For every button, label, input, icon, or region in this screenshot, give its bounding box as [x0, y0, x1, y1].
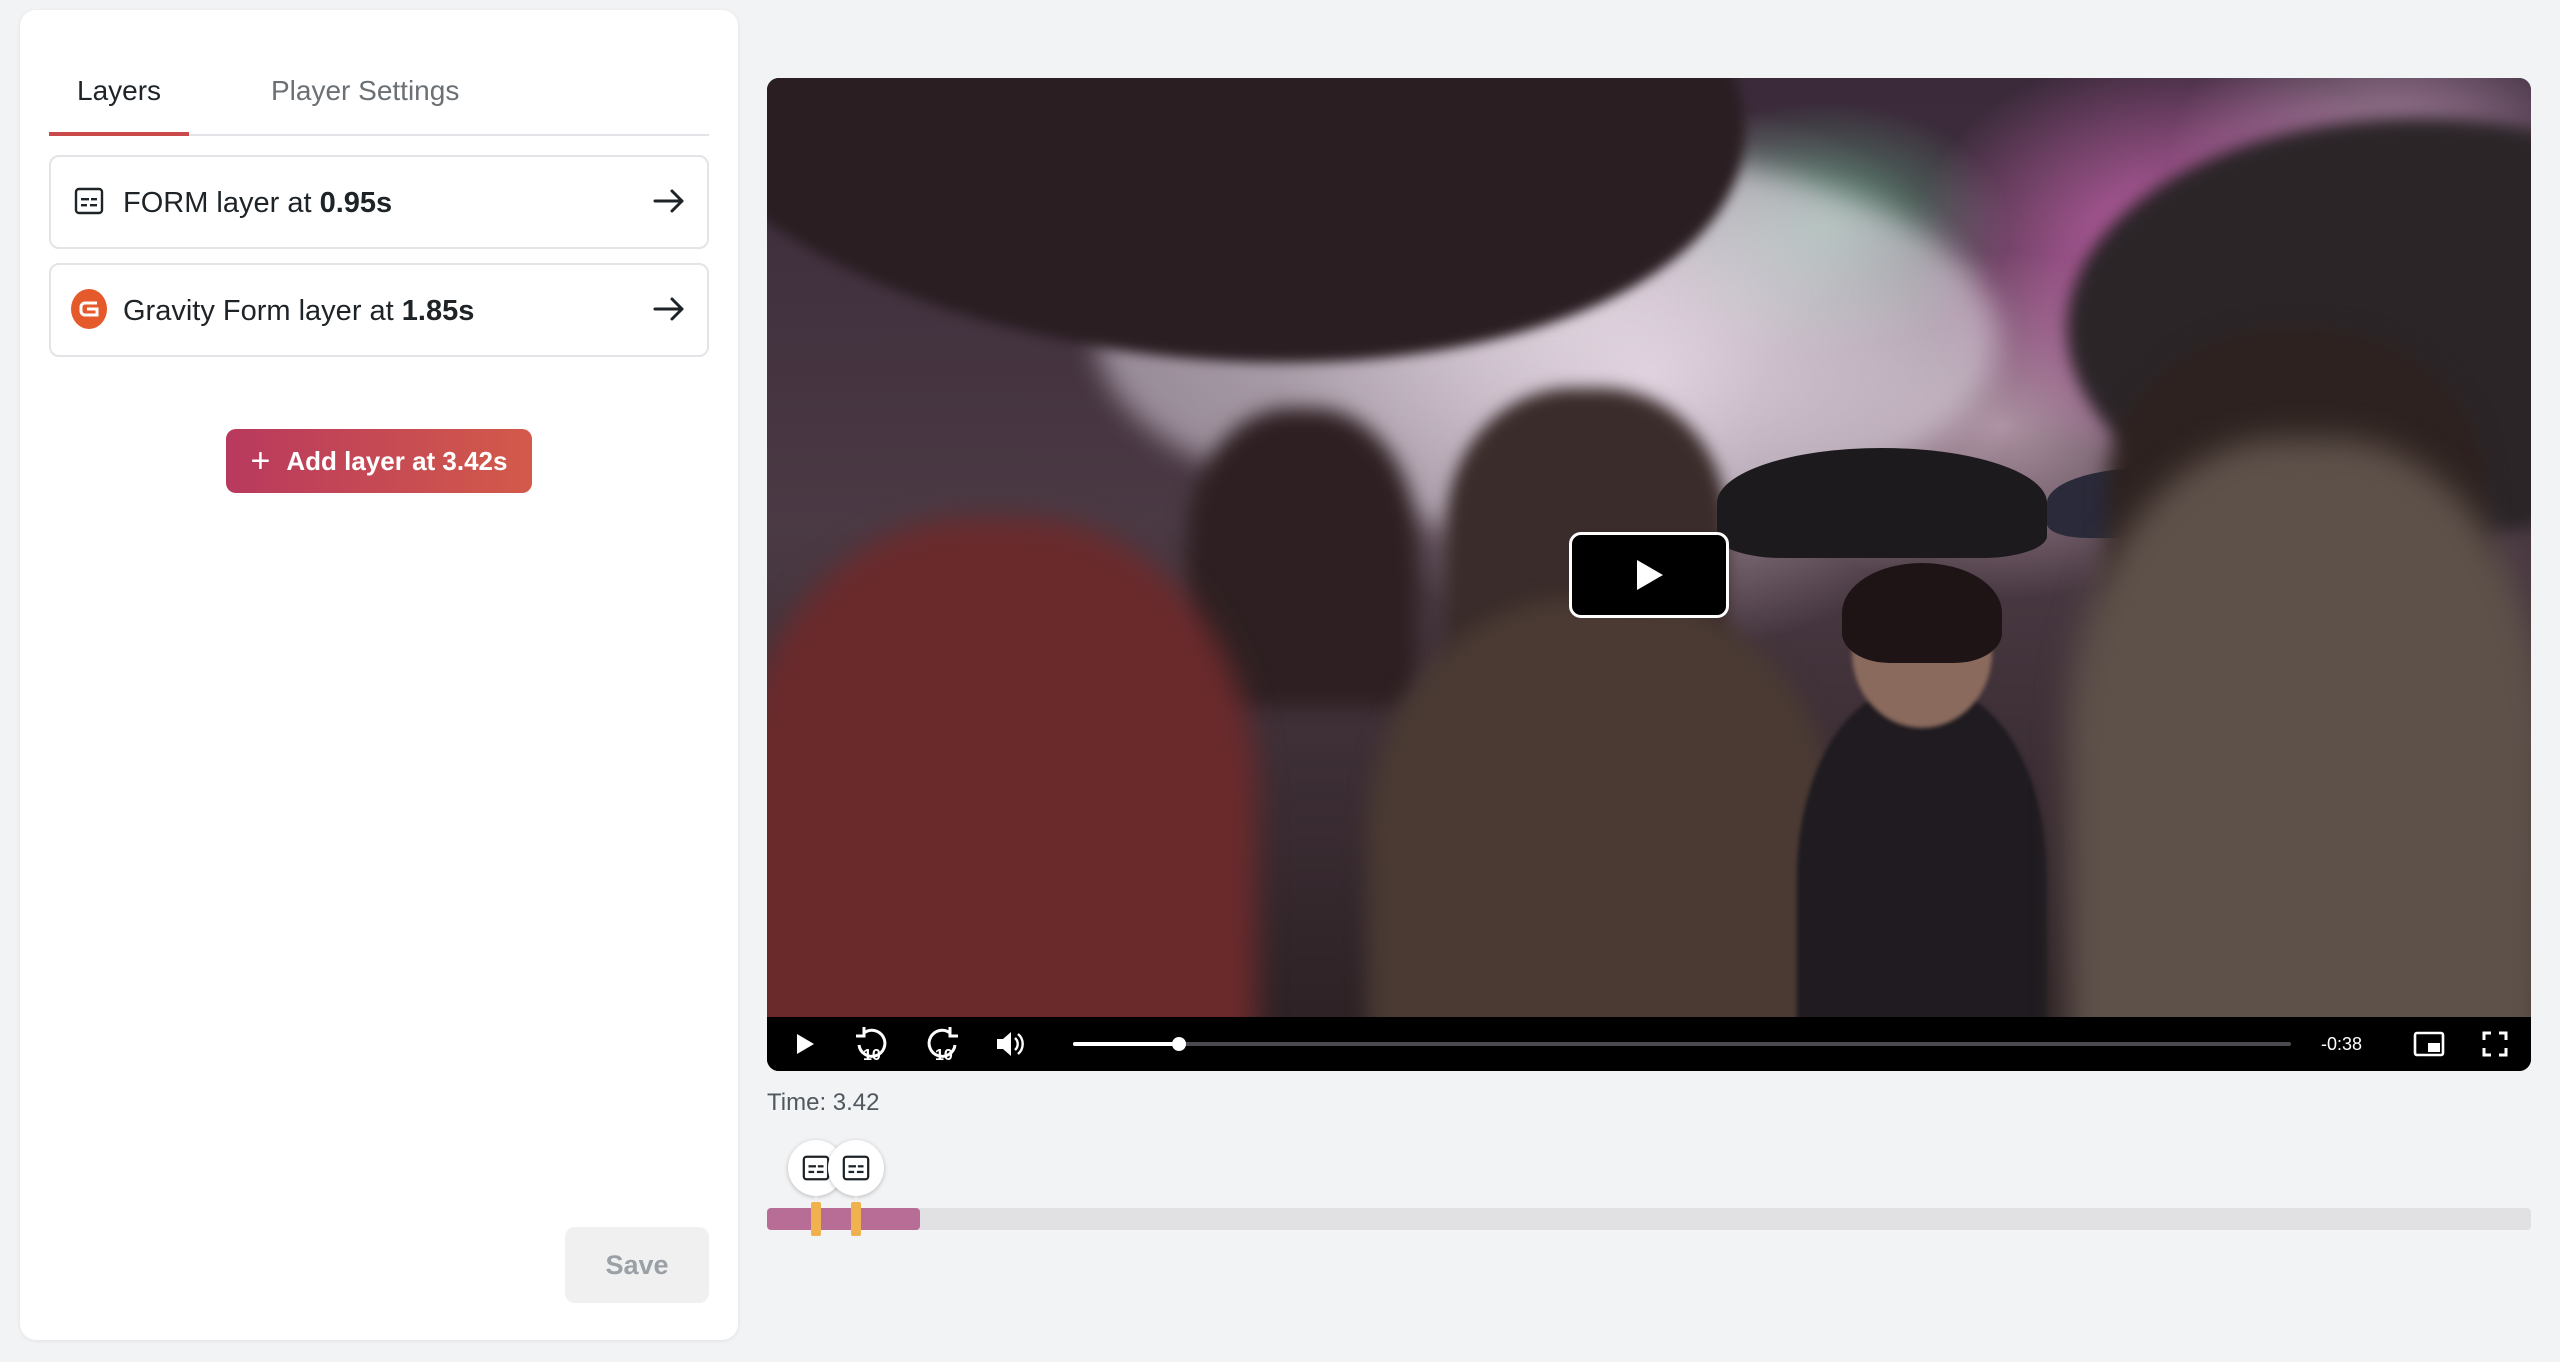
fullscreen-icon	[2482, 1031, 2508, 1057]
form-icon	[828, 1140, 884, 1196]
time-remaining: -0:38	[2321, 1034, 2363, 1054]
add-layer-button[interactable]: + Add layer at 3.42s	[226, 429, 532, 493]
big-play-button[interactable]	[1569, 532, 1729, 618]
plus-icon: +	[250, 442, 271, 480]
layer-label: Gravity Form layer at 1.85s	[123, 295, 475, 327]
layer-timeline[interactable]	[767, 1208, 2531, 1230]
rewind-10-button[interactable]: 10	[849, 1017, 895, 1071]
layer-time: 1.85s	[401, 295, 475, 327]
play-icon	[1637, 560, 1663, 590]
player-controls: 10 10 -0:38	[767, 1017, 2531, 1071]
play-icon	[797, 1034, 814, 1054]
play-button[interactable]	[785, 1017, 825, 1071]
save-button[interactable]: Save	[565, 1227, 709, 1303]
layer-time: 0.95s	[319, 187, 393, 219]
layer-item-form[interactable]: FORM layer at 0.95s	[49, 155, 709, 249]
gravity-forms-icon	[71, 289, 107, 329]
tab-bar: Layers Player Settings	[49, 50, 709, 136]
timeline-progress	[767, 1208, 921, 1230]
arrow-right-icon[interactable]	[649, 183, 689, 219]
seek-progress	[1073, 1042, 1179, 1046]
fullscreen-button[interactable]	[2475, 1017, 2515, 1071]
tab-player-settings[interactable]: Player Settings	[243, 50, 487, 136]
forward-10-icon: 10	[927, 1027, 958, 1064]
svg-text:10: 10	[863, 1047, 881, 1064]
picture-in-picture-button[interactable]	[2407, 1017, 2451, 1071]
layer-item-gravity-form[interactable]: Gravity Form layer at 1.85s	[49, 263, 709, 357]
video-player[interactable]: 10 10 -0:38	[767, 78, 2531, 1071]
layers-panel: Layers Player Settings FORM layer at 0.9…	[20, 10, 738, 1340]
forward-10-button[interactable]: 10	[919, 1017, 965, 1071]
tab-layers[interactable]: Layers	[49, 50, 190, 136]
seek-handle[interactable]	[1171, 1037, 1186, 1051]
add-layer-label: Add layer at 3.42s	[286, 445, 508, 476]
svg-text:10: 10	[935, 1047, 953, 1064]
seek-bar[interactable]	[1073, 1037, 2291, 1051]
volume-button[interactable]	[989, 1017, 1031, 1071]
arrow-right-icon[interactable]	[649, 291, 689, 327]
rewind-10-icon: 10	[856, 1027, 887, 1064]
picture-in-picture-icon	[2413, 1031, 2445, 1057]
current-time-label: Time: 3.42	[767, 1089, 880, 1116]
form-icon	[71, 183, 107, 219]
volume-icon	[997, 1032, 1024, 1056]
layer-label: FORM layer at 0.95s	[123, 187, 393, 219]
